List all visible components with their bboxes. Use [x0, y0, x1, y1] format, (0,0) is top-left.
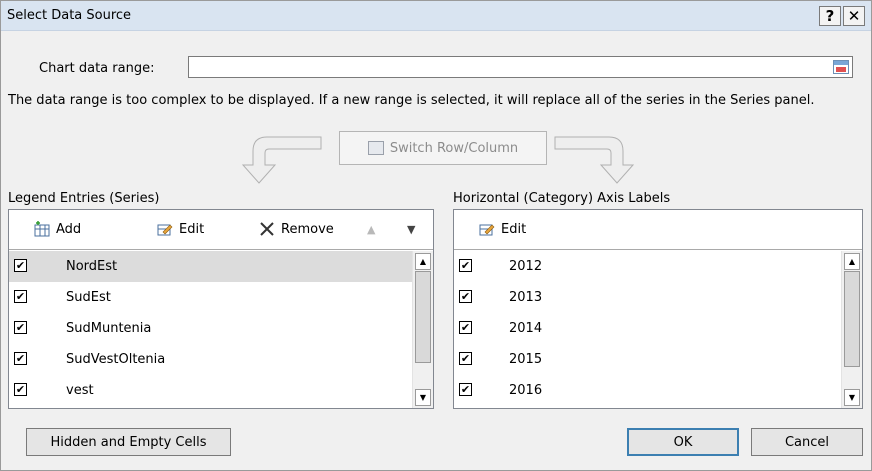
- series-checkbox[interactable]: ✔: [14, 290, 27, 303]
- series-checkbox[interactable]: ✔: [14, 383, 27, 396]
- axis-labels-label: Horizontal (Category) Axis Labels: [453, 191, 671, 206]
- close-button[interactable]: ✕: [843, 6, 865, 26]
- axis-item-2015[interactable]: ✔ 2015: [454, 344, 841, 375]
- series-scrollbar[interactable]: ▲ ▼: [412, 251, 433, 408]
- legend-entries-label: Legend Entries (Series): [8, 191, 160, 206]
- series-checkbox[interactable]: ✔: [14, 259, 27, 272]
- switch-row-column-icon: [367, 141, 384, 155]
- axis-checkbox[interactable]: ✔: [459, 352, 472, 365]
- move-down-icon[interactable]: ▼: [407, 223, 415, 236]
- series-checkbox[interactable]: ✔: [14, 352, 27, 365]
- edit-series-button[interactable]: Edit: [157, 221, 204, 237]
- chart-data-range-input[interactable]: [188, 56, 853, 78]
- range-selector-icon[interactable]: [833, 60, 849, 74]
- remove-icon: [259, 221, 275, 237]
- remove-series-label: Remove: [281, 221, 334, 237]
- edit-axis-labels-button[interactable]: Edit: [479, 221, 526, 237]
- axis-item-2012[interactable]: ✔ 2012: [454, 251, 841, 282]
- axis-checkbox[interactable]: ✔: [459, 259, 472, 272]
- axis-labels-list: ✔ 2012 ✔ 2013 ✔ 2014 ✔ 2015 ✔ 2016: [454, 251, 841, 408]
- switch-row-column-label: Switch Row/Column: [389, 140, 519, 156]
- chart-data-range-label: Chart data range:: [39, 61, 155, 76]
- arrow-right-down-icon: [554, 136, 635, 184]
- axis-item-2014[interactable]: ✔ 2014: [454, 313, 841, 344]
- switch-row-column-button[interactable]: Switch Row/Column: [339, 131, 547, 165]
- cancel-button[interactable]: Cancel: [751, 428, 863, 456]
- series-list: ✔ NordEst ✔ SudEst ✔ SudMuntenia ✔ SudVe…: [9, 251, 412, 408]
- range-info-text: The data range is too complex to be disp…: [8, 93, 815, 108]
- legend-entries-panel: Add Edit Remove ▲ ▼ ✔ NordEst ✔ SudEst ✔…: [8, 209, 434, 409]
- series-item-vest[interactable]: ✔ vest: [9, 375, 412, 406]
- axis-scrollbar[interactable]: ▲ ▼: [841, 251, 862, 408]
- series-item-sudest[interactable]: ✔ SudEst: [9, 282, 412, 313]
- legend-toolbar: Add Edit Remove ▲ ▼: [9, 210, 433, 250]
- scroll-thumb[interactable]: [415, 271, 431, 363]
- scroll-thumb[interactable]: [844, 271, 860, 367]
- edit-axis-icon: [479, 221, 495, 237]
- ok-button[interactable]: OK: [627, 428, 739, 456]
- axis-labels-panel: Edit ✔ 2012 ✔ 2013 ✔ 2014 ✔ 2015 ✔ 2016: [453, 209, 863, 409]
- arrow-left-down-icon: [241, 136, 322, 184]
- scroll-up-button[interactable]: ▲: [844, 253, 860, 270]
- dialog-title: Select Data Source: [7, 8, 132, 23]
- help-button[interactable]: ?: [819, 6, 841, 26]
- add-series-button[interactable]: Add: [34, 221, 81, 237]
- title-bar: Select Data Source ? ✕: [1, 1, 871, 31]
- series-item-sudmuntenia[interactable]: ✔ SudMuntenia: [9, 313, 412, 344]
- move-up-icon[interactable]: ▲: [367, 223, 375, 236]
- add-series-icon: [34, 221, 50, 237]
- hidden-empty-cells-button[interactable]: Hidden and Empty Cells: [26, 428, 231, 456]
- scroll-down-button[interactable]: ▼: [844, 389, 860, 406]
- edit-series-label: Edit: [179, 221, 205, 237]
- axis-item-2013[interactable]: ✔ 2013: [454, 282, 841, 313]
- axis-checkbox[interactable]: ✔: [459, 290, 472, 303]
- series-item-nordest[interactable]: ✔ NordEst: [9, 251, 412, 282]
- add-series-label: Add: [56, 221, 82, 237]
- edit-axis-labels-label: Edit: [501, 221, 527, 237]
- select-data-source-dialog: Select Data Source ? ✕ Chart data range:…: [0, 0, 872, 471]
- axis-checkbox[interactable]: ✔: [459, 321, 472, 334]
- remove-series-button[interactable]: Remove: [259, 221, 334, 237]
- series-item-sudvestoltenia[interactable]: ✔ SudVestOltenia: [9, 344, 412, 375]
- scroll-up-button[interactable]: ▲: [415, 253, 431, 270]
- scroll-down-button[interactable]: ▼: [415, 389, 431, 406]
- series-checkbox[interactable]: ✔: [14, 321, 27, 334]
- axis-checkbox[interactable]: ✔: [459, 383, 472, 396]
- axis-item-2016[interactable]: ✔ 2016: [454, 375, 841, 406]
- axis-toolbar: Edit: [454, 210, 862, 250]
- edit-series-icon: [157, 221, 173, 237]
